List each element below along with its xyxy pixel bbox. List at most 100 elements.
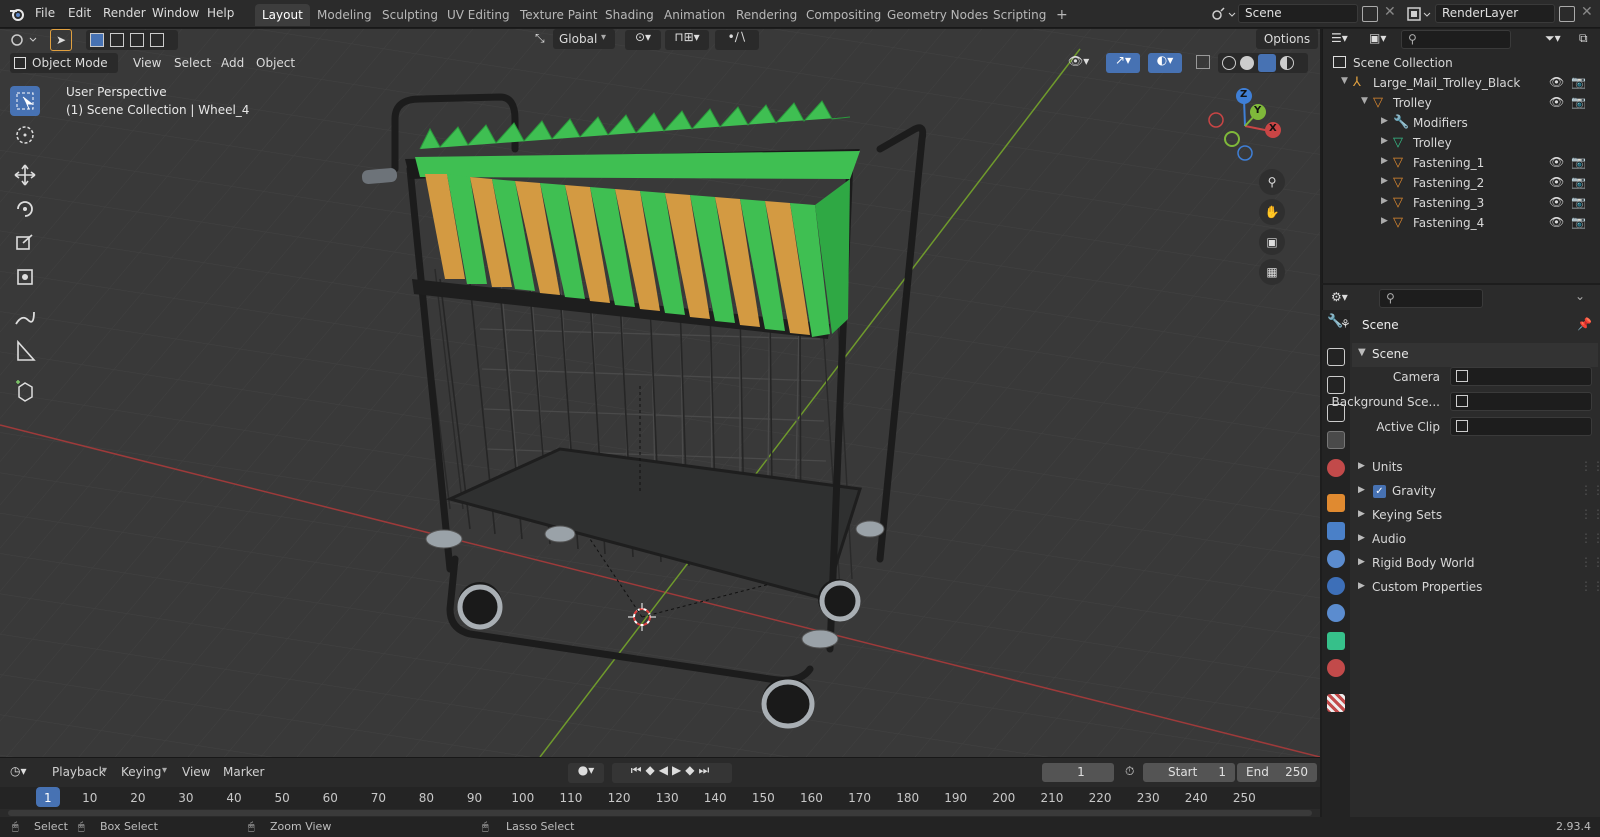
transform-orientation-icon[interactable]: ⤡ <box>535 31 545 46</box>
new-collection-icon[interactable]: ⧉ <box>1579 31 1588 46</box>
menu-edit[interactable]: Edit <box>68 6 91 20</box>
menu-file[interactable]: File <box>35 6 55 20</box>
property-section-header[interactable]: ▶ Keying Sets ⋮⋮ <box>1352 506 1600 528</box>
ortho-toggle-icon[interactable]: ▦ <box>1259 259 1285 285</box>
scene-tab-icon[interactable] <box>1327 431 1345 449</box>
wireframe-shading-icon[interactable] <box>1222 56 1236 70</box>
3d-viewport[interactable]: Z X Y ⚲ ✋ ▣ ▦ User Perspective (1) Scene… <box>0 29 1320 757</box>
outliner-row[interactable]: ▼ ⅄ Large_Mail_Trolley_Black 👁 📷 <box>1323 73 1600 93</box>
menu-object[interactable]: Object <box>256 56 295 70</box>
pin-icon[interactable]: 📌 <box>1577 317 1592 331</box>
rotate-tool-icon[interactable] <box>10 194 40 224</box>
property-section-header[interactable]: ▶ Units ⋮⋮ <box>1352 458 1600 480</box>
outliner-row[interactable]: ▶ ▽ Fastening_4 👁 📷 <box>1323 213 1600 233</box>
data-tab-icon[interactable] <box>1327 632 1345 650</box>
tab-layout[interactable]: Layout <box>255 4 310 26</box>
annotate-tool-icon[interactable] <box>10 302 40 332</box>
outliner-search-input[interactable]: ⚲ <box>1401 30 1511 49</box>
property-section-header[interactable]: ▶ Rigid Body World ⋮⋮ <box>1352 554 1600 576</box>
tab-sculpting[interactable]: Sculpting <box>375 4 445 26</box>
menu-view[interactable]: View <box>133 56 161 70</box>
physics-tab-icon[interactable] <box>1327 577 1345 595</box>
visibility-eye-icon[interactable]: 👁 <box>1549 95 1564 109</box>
pivot-point-icon[interactable]: ⊙▾ <box>625 30 661 50</box>
cursor-tool-icon[interactable] <box>10 120 40 150</box>
disclosure-triangle-icon[interactable]: ▼ <box>1361 96 1368 106</box>
delete-scene-icon[interactable]: ✕ <box>1384 4 1396 20</box>
outliner-root-row[interactable]: Scene Collection <box>1323 53 1600 73</box>
viewport-scene[interactable] <box>0 29 1320 757</box>
overlay-toggle-icon[interactable]: ◐▾ <box>1148 53 1182 73</box>
outliner-row[interactable]: ▶ ▽ Trolley <box>1323 133 1600 153</box>
blender-logo-icon[interactable] <box>8 5 26 23</box>
editor-type-icon[interactable] <box>8 30 40 50</box>
rendered-shading-icon[interactable] <box>1280 56 1294 70</box>
disclosure-triangle-icon[interactable]: ▶ <box>1381 116 1388 126</box>
menu-add[interactable]: Add <box>221 56 244 70</box>
visibility-eye-icon[interactable]: 👁 <box>1549 75 1564 89</box>
render-camera-icon[interactable]: 📷 <box>1571 95 1586 109</box>
camera-view-icon[interactable]: ▣ <box>1259 229 1285 255</box>
shading-mode-buttons[interactable] <box>1218 53 1308 73</box>
add-workspace-button[interactable]: + <box>1049 4 1075 26</box>
stopwatch-icon[interactable]: ⏱ <box>1125 764 1134 779</box>
property-field[interactable] <box>1450 417 1592 436</box>
select-extend-icon[interactable] <box>110 33 124 47</box>
menu-render[interactable]: Render <box>103 6 146 20</box>
move-tool-icon[interactable] <box>10 160 40 190</box>
menu-timeline-view[interactable]: View <box>182 765 210 779</box>
scene-name-field[interactable]: Scene <box>1238 4 1358 23</box>
drag-handle-icon[interactable]: ⋮⋮ <box>1580 555 1600 569</box>
object-mode-dropdown[interactable]: Object Mode <box>10 53 118 73</box>
visibility-eye-icon[interactable]: 👁▾ <box>1068 54 1089 68</box>
tab-animation[interactable]: Animation <box>657 4 732 26</box>
select-intersect-icon[interactable] <box>150 33 164 47</box>
menu-playback[interactable]: Playback <box>52 765 106 779</box>
modifier-tab-icon[interactable] <box>1327 522 1345 540</box>
tab-uv-editing[interactable]: UV Editing <box>440 4 517 26</box>
properties-search-input[interactable]: ⚲ <box>1379 289 1483 308</box>
output-tab-icon[interactable] <box>1327 376 1345 394</box>
properties-editor-type-icon[interactable]: ⚙▾ <box>1331 290 1348 304</box>
property-field[interactable] <box>1450 392 1592 411</box>
options-dropdown[interactable]: Options <box>1256 29 1318 49</box>
render-camera-icon[interactable]: 📷 <box>1571 195 1586 209</box>
checkbox-icon[interactable]: ✓ <box>1373 485 1386 498</box>
new-view-layer-icon[interactable] <box>1559 6 1575 22</box>
scale-tool-icon[interactable] <box>10 228 40 258</box>
render-tab-icon[interactable] <box>1327 348 1345 366</box>
object-tab-icon[interactable] <box>1327 494 1345 512</box>
measure-tool-icon[interactable] <box>10 336 40 366</box>
outliner-row[interactable]: ▶ ▽ Fastening_2 👁 📷 <box>1323 173 1600 193</box>
display-mode-icon[interactable]: ▣▾ <box>1369 31 1386 45</box>
tab-scripting[interactable]: Scripting <box>986 4 1053 26</box>
select-new-icon[interactable] <box>90 33 104 47</box>
outliner-row[interactable]: ▶ ▽ Fastening_3 👁 📷 <box>1323 193 1600 213</box>
add-cube-tool-icon[interactable] <box>10 376 40 406</box>
outliner-row[interactable]: ▶ ▽ Fastening_1 👁 📷 <box>1323 153 1600 173</box>
render-camera-icon[interactable]: 📷 <box>1571 75 1586 89</box>
property-section-header[interactable]: ▶ Custom Properties ⋮⋮ <box>1352 578 1600 600</box>
tab-modeling[interactable]: Modeling <box>310 4 379 26</box>
menu-select[interactable]: Select <box>174 56 211 70</box>
material-tab-icon[interactable] <box>1327 659 1345 677</box>
render-camera-icon[interactable]: 📷 <box>1571 155 1586 169</box>
texture-tab-icon[interactable] <box>1327 694 1345 712</box>
snapping-icon[interactable]: ⊓⊞▾ <box>665 30 709 50</box>
timeline-editor-type-icon[interactable]: ◷▾ <box>10 764 27 778</box>
render-camera-icon[interactable]: 📷 <box>1571 215 1586 229</box>
property-section-header[interactable]: ▶ Audio ⋮⋮ <box>1352 530 1600 552</box>
visibility-eye-icon[interactable]: 👁 <box>1549 195 1564 209</box>
menu-window[interactable]: Window <box>152 6 199 20</box>
tab-geometry-nodes[interactable]: Geometry Nodes <box>880 4 995 26</box>
view-layer-name-field[interactable]: RenderLayer <box>1435 4 1555 23</box>
outliner-editor-type-icon[interactable]: ☰▾ <box>1331 31 1348 45</box>
scene-panel-header[interactable]: ▼ Scene <box>1352 343 1598 367</box>
outliner-row[interactable]: ▶ 🔧 Modifiers <box>1323 113 1600 133</box>
auto-keying-icon[interactable]: ●▾ <box>568 763 604 783</box>
visibility-eye-icon[interactable]: 👁 <box>1549 155 1564 169</box>
new-scene-icon[interactable] <box>1362 6 1378 22</box>
drag-handle-icon[interactable]: ⋮⋮ <box>1580 531 1600 545</box>
current-frame-field[interactable]: 1 <box>1042 763 1114 782</box>
disclosure-triangle-icon[interactable]: ▶ <box>1381 216 1388 226</box>
